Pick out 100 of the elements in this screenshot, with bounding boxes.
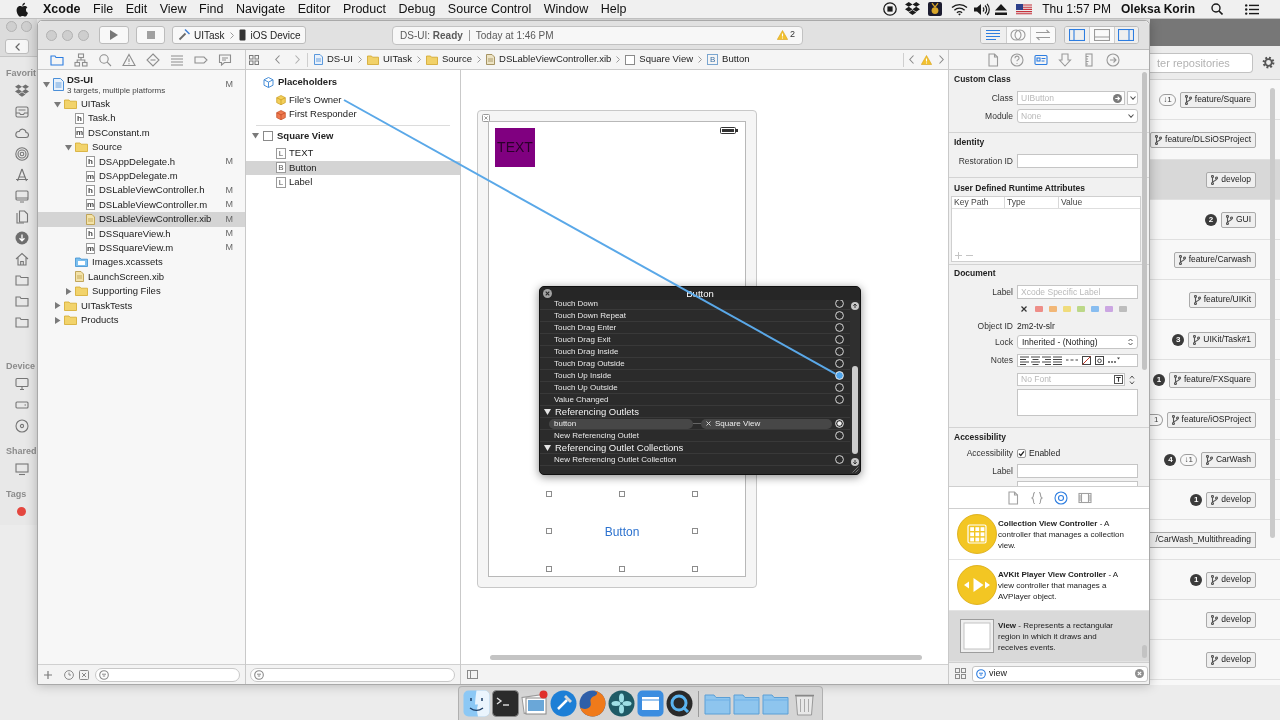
align-left-icon[interactable] [1020, 355, 1029, 365]
menu-item[interactable]: Editor [297, 0, 331, 19]
branch-button[interactable]: develop [1206, 571, 1256, 588]
grid-icon[interactable] [955, 668, 966, 679]
text-field[interactable]: Xcode Specific Label [1017, 285, 1138, 299]
gear-icon[interactable] [1262, 56, 1275, 69]
branch-button[interactable]: feature/DLSiOSProject [1150, 131, 1256, 148]
file-name[interactable]: DSSquareView.h [99, 226, 171, 241]
menu-item[interactable]: Source Control [447, 0, 532, 19]
text-field[interactable] [1017, 154, 1138, 168]
file-name[interactable]: LaunchScreen.xib [88, 269, 165, 284]
jump-bar-item[interactable]: Source [425, 52, 473, 67]
disclosure-triangle-right-icon[interactable] [54, 302, 61, 310]
user-name[interactable]: Oleksa Korin [1120, 0, 1195, 18]
photo-stack-icon[interactable] [521, 690, 548, 717]
outline-item[interactable]: Label [289, 175, 313, 190]
chevron-left-icon[interactable] [909, 55, 914, 64]
checkbox-icon[interactable] [1017, 448, 1026, 458]
ruler-icon[interactable] [1082, 52, 1096, 67]
scrollbar-thumb[interactable] [1270, 88, 1275, 538]
connection-circle-icon[interactable] [835, 323, 844, 332]
file-name[interactable]: Supporting Files [92, 284, 161, 299]
branch-button[interactable]: feature/UIKit [1188, 291, 1256, 308]
plus-icon[interactable] [44, 670, 52, 679]
scheme-button[interactable]: UITask [178, 27, 225, 43]
box-dot-icon[interactable] [1095, 355, 1104, 365]
disc-icon[interactable] [15, 418, 29, 433]
document-icon[interactable] [1006, 490, 1020, 505]
branch-button[interactable]: CarWash [1200, 451, 1256, 468]
branch-button[interactable]: feature/Carwash [1173, 251, 1256, 268]
repository-row[interactable]: develop [1150, 640, 1280, 680]
search-icon[interactable] [1211, 3, 1223, 15]
connection-circle-icon[interactable] [835, 455, 844, 464]
color-swatch[interactable] [1035, 306, 1043, 312]
scrollbar-thumb[interactable] [490, 655, 922, 660]
connection-circle-icon[interactable] [835, 371, 844, 380]
standard-editor-button[interactable] [981, 27, 1006, 43]
a-shape-icon[interactable] [15, 167, 29, 182]
connection-circle-icon[interactable] [835, 359, 844, 368]
column-header[interactable]: Type [1005, 197, 1059, 208]
documents-icon[interactable] [15, 209, 29, 224]
menu-item[interactable]: File [93, 0, 114, 19]
connection-circle-icon[interactable] [835, 395, 844, 404]
branch-button[interactable]: /CarWash_Multithreading [1150, 531, 1256, 548]
menu-item[interactable]: Product [342, 0, 386, 19]
menu-item[interactable]: Edit [125, 0, 148, 19]
arrow-circle-icon[interactable] [1113, 93, 1122, 103]
dashes-icon[interactable] [1066, 359, 1078, 361]
project-name[interactable]: DS-UI [67, 73, 166, 85]
filter-field[interactable] [95, 667, 240, 682]
branch-button[interactable]: feature/FXSquare [1168, 371, 1256, 388]
align-center-icon[interactable] [1031, 355, 1040, 365]
version-editor-button[interactable] [1030, 27, 1055, 43]
hammer-icon[interactable] [550, 690, 577, 717]
magnifier-icon[interactable] [666, 690, 693, 717]
face-icon[interactable] [463, 690, 490, 717]
scroll-up-icon[interactable] [851, 302, 859, 310]
file-name[interactable]: Products [81, 312, 119, 328]
document-icon[interactable] [986, 52, 1000, 67]
stepper-icon[interactable] [1129, 373, 1135, 386]
text-field[interactable] [1017, 464, 1138, 478]
file-name[interactable]: DSLableViewController.h [99, 183, 205, 198]
menu-item[interactable]: Navigate [235, 0, 286, 19]
more-icon[interactable] [1108, 357, 1120, 363]
run-button[interactable] [99, 26, 129, 44]
hierarchy-icon[interactable] [74, 52, 88, 67]
file-name[interactable]: DSAppDelegate.m [99, 169, 178, 184]
clear-x-icon[interactable] [1021, 306, 1027, 312]
file-name[interactable]: Task.h [88, 111, 116, 126]
id-card-icon[interactable] [1034, 52, 1048, 67]
filter-icon[interactable] [99, 669, 109, 680]
branch-button[interactable]: develop [1206, 611, 1256, 628]
computer-icon[interactable] [15, 376, 29, 391]
menu-item[interactable]: Window [543, 0, 589, 19]
remove-icon[interactable] [706, 421, 711, 426]
color-swatch[interactable] [1063, 306, 1071, 312]
globe-icon[interactable] [579, 690, 606, 717]
outline-item[interactable]: Square View [277, 128, 334, 144]
repository-row[interactable]: /CarWash_Multithreading [1150, 520, 1280, 560]
align-right-icon[interactable] [1042, 355, 1051, 365]
connection-circle-icon[interactable] [835, 311, 844, 320]
outline-item[interactable]: Button [289, 160, 317, 175]
menu-item[interactable]: View [159, 0, 187, 19]
file-name[interactable]: Source [92, 140, 123, 155]
down-arrow-icon[interactable] [1058, 52, 1072, 67]
jump-bar-item[interactable]: DSLableViewController.xib [486, 52, 612, 67]
color-swatch[interactable] [1049, 306, 1057, 312]
dropdown-button[interactable] [1127, 91, 1138, 105]
stop-button[interactable] [136, 26, 165, 44]
terminal-icon[interactable] [492, 690, 519, 717]
help-icon[interactable] [1010, 52, 1024, 67]
minus-icon[interactable] [966, 254, 973, 256]
file-name[interactable]: DSLableViewController.xib [99, 212, 212, 227]
close-icon[interactable] [543, 289, 552, 298]
clock-icon[interactable] [64, 669, 74, 680]
flag-icon[interactable] [1016, 3, 1033, 15]
sidebar-toggle-icon[interactable] [467, 670, 478, 679]
resize-handle[interactable] [692, 491, 698, 497]
jump-bar-item[interactable]: UITask [366, 52, 412, 67]
wifi-icon[interactable] [951, 2, 969, 16]
